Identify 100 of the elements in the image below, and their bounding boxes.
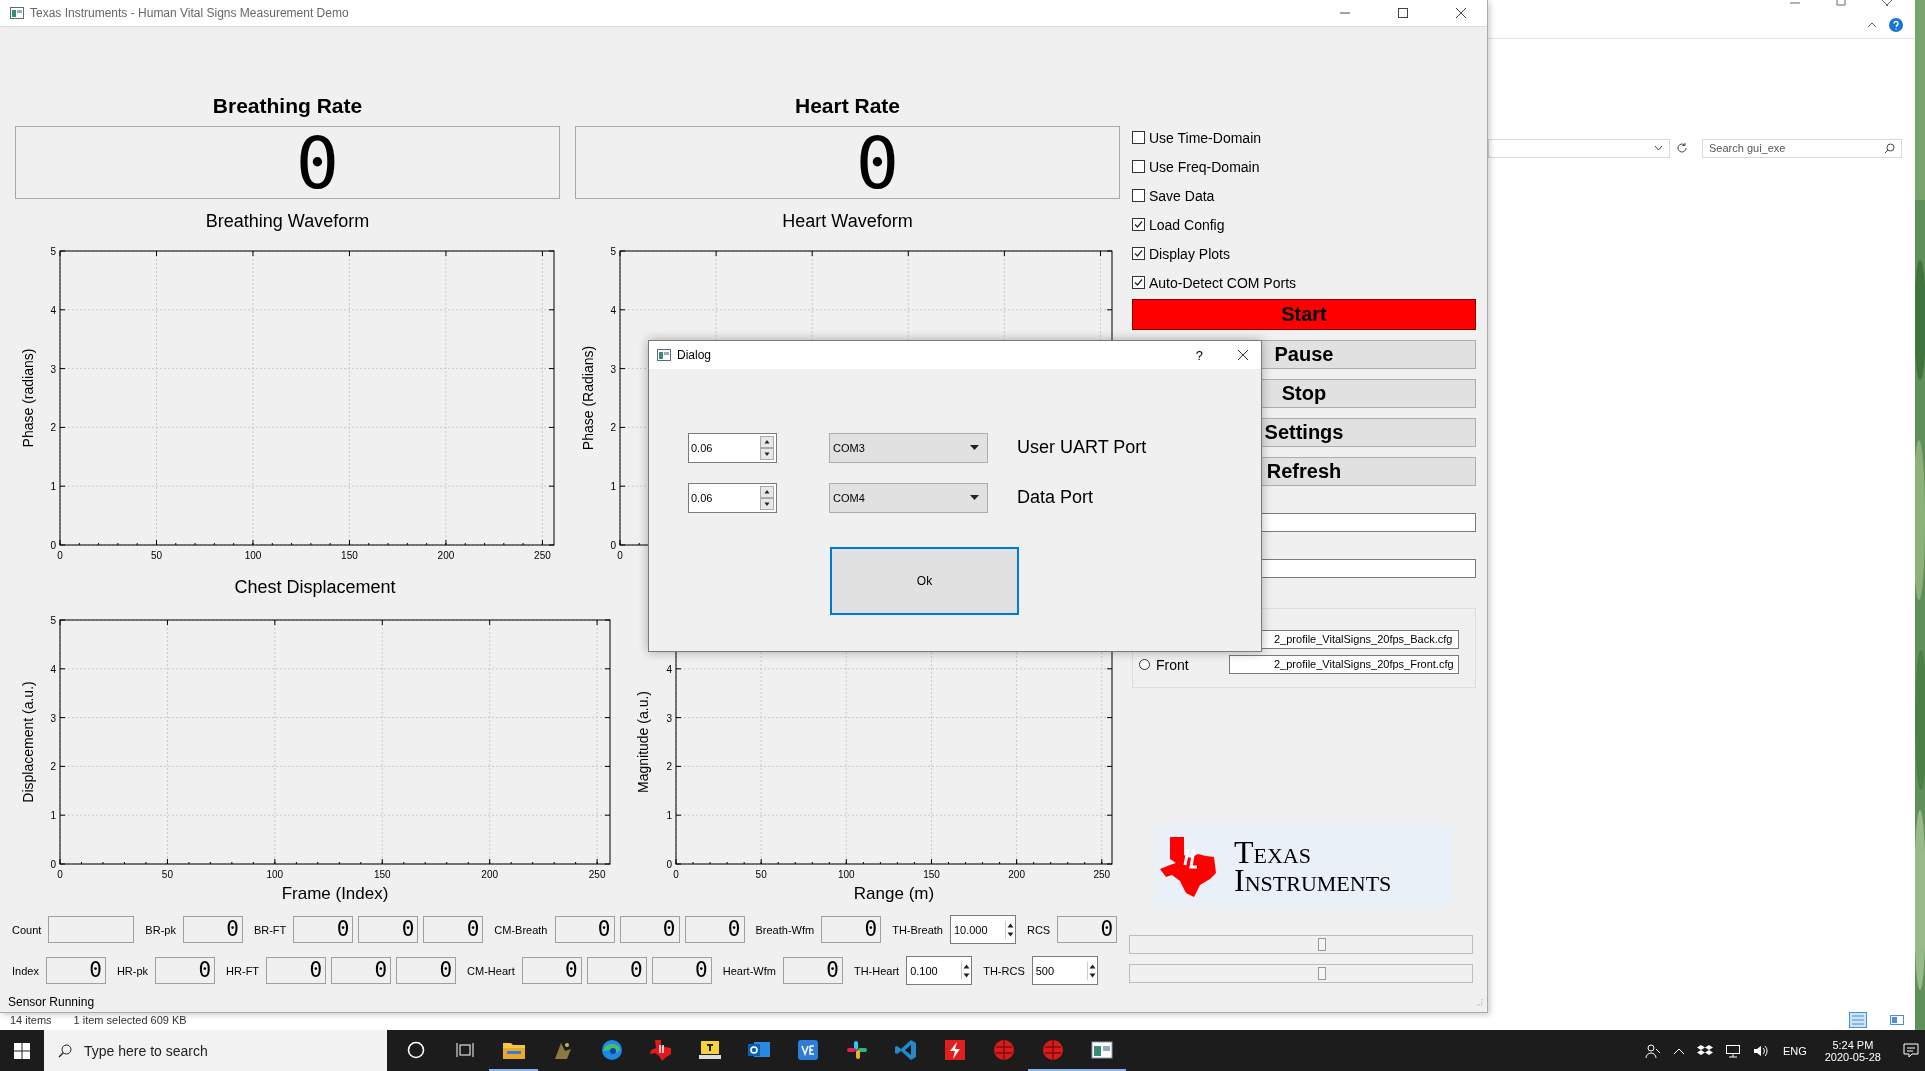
search-input[interactable]: Type here to search [82, 1041, 366, 1060]
number-display: 0 [782, 957, 843, 984]
checkbox[interactable]: Use Freq-Domain [1132, 152, 1476, 181]
windows-logo-icon[interactable] [14, 1042, 30, 1059]
pinwheel-icon[interactable] [844, 1038, 869, 1061]
readout-label: Heart-Wfm [721, 964, 777, 977]
axis-label: Phase (Radians) [580, 345, 596, 451]
notifications-icon[interactable] [1903, 1042, 1919, 1059]
tick-label: 200 [1008, 869, 1025, 880]
port-dropdown[interactable]: COM3 [829, 432, 988, 463]
tick-label: 250 [1093, 869, 1111, 880]
collapse-icon[interactable] [1867, 22, 1877, 28]
volume-icon[interactable] [1752, 1043, 1769, 1058]
ve-icon[interactable] [795, 1038, 820, 1061]
spin-box[interactable]: 0.100 [906, 956, 973, 985]
clock[interactable]: 5:24 PM 2020-05-28 [1824, 1038, 1881, 1063]
spin-box[interactable]: 500 [1031, 956, 1098, 985]
network-icon[interactable] [1724, 1043, 1741, 1058]
globe-icon[interactable] [991, 1038, 1016, 1061]
readout-label: CM-Heart [466, 964, 516, 977]
number-display: 0 [293, 916, 354, 943]
status-text: Sensor Running [8, 995, 95, 1009]
slider-handle[interactable] [1317, 967, 1326, 980]
tick-label: 4 [610, 304, 616, 316]
app-icon [657, 349, 671, 361]
number-display: 0 [554, 916, 615, 943]
number-display: 0 [266, 957, 327, 984]
help-button[interactable]: ? [1195, 347, 1203, 363]
window-icon[interactable] [1089, 1038, 1114, 1061]
tick-label: 0 [610, 540, 616, 551]
window-title: Texas Instruments - Human Vital Signs Measurement Demo [30, 6, 349, 20]
readout-label: TH-Breath [891, 923, 944, 936]
radio-button[interactable]: Front [1139, 656, 1189, 673]
task-view-icon[interactable] [455, 1041, 474, 1058]
taskbar-search-field[interactable]: Type here to search [44, 1030, 387, 1071]
axis-label: Range (m) [853, 884, 935, 903]
step-down-icon[interactable] [760, 497, 774, 510]
spin-box[interactable]: 0.06 [688, 482, 777, 513]
spin-box[interactable]: 0.06 [688, 432, 777, 463]
readout-label: TH-Heart [852, 964, 901, 977]
spin-box[interactable]: 10.000 [949, 915, 1016, 944]
people-icon[interactable] [1644, 1042, 1661, 1059]
language-indicator[interactable]: ENG [1782, 1044, 1807, 1057]
number-display: 0 [155, 957, 216, 984]
texas-shape-icon [1158, 834, 1218, 897]
address-field[interactable] [1488, 138, 1670, 158]
checkbox[interactable]: Auto-Detect COM Ports [1132, 268, 1476, 297]
app-icon [10, 7, 24, 19]
rate-display: 0 [575, 126, 1120, 199]
chevron-up-icon[interactable] [1672, 1046, 1685, 1055]
axis-label: Phase (radians) [20, 348, 36, 448]
rate-title: Heart Rate [793, 93, 901, 118]
checkbox[interactable]: Display Plots [1132, 239, 1476, 268]
dropbox-icon[interactable] [1696, 1043, 1713, 1058]
globe-icon[interactable] [1040, 1038, 1065, 1061]
ok-button[interactable]: Ok [830, 547, 1019, 615]
number-display: 0 [331, 957, 392, 984]
number-display: 0 [521, 957, 582, 984]
action-button[interactable]: Start [1132, 299, 1476, 330]
step-down-icon[interactable] [760, 447, 774, 460]
step-up-icon[interactable] [760, 485, 774, 498]
search-field[interactable]: Search gui_exe [1702, 138, 1902, 158]
checkbox[interactable]: Use Time-Domain [1132, 123, 1476, 152]
code-editor-icon[interactable] [893, 1038, 918, 1061]
number-display: 0 [182, 916, 243, 943]
tick-label: 0 [50, 540, 56, 551]
slider-handle[interactable] [1317, 938, 1326, 951]
maximize-icon[interactable] [1397, 7, 1409, 19]
step-up-icon[interactable] [760, 435, 774, 448]
laptop-icon[interactable] [697, 1038, 722, 1061]
checkbox[interactable]: Load Config [1132, 210, 1476, 239]
number-display: 0 [684, 916, 745, 943]
clock-time: 5:24 PM [1832, 1038, 1874, 1051]
map-shape-icon[interactable] [648, 1038, 673, 1061]
chart-title: Chest Displacement [234, 577, 396, 597]
tick-label: 0 [57, 550, 63, 561]
slider[interactable] [1129, 964, 1473, 983]
number-display: 0 [1057, 916, 1118, 943]
slider[interactable] [1129, 935, 1473, 954]
port-dropdown[interactable]: COM4 [829, 482, 988, 513]
tick-label: 1 [610, 481, 616, 493]
caret-icon [970, 494, 979, 501]
file-field[interactable]: 2_profile_VitalSigns_20fps_Front.cfg [1229, 655, 1459, 674]
circle-icon[interactable] [406, 1040, 425, 1059]
tick-label: 1 [666, 810, 672, 822]
tick-label: 3 [610, 363, 616, 375]
large-icons-view-icon[interactable] [1889, 1013, 1905, 1027]
number-display: 0 [821, 916, 882, 943]
tick-label: 100 [837, 869, 855, 880]
tick-label: 0 [617, 550, 623, 561]
readout-label: HR-FT [225, 964, 261, 977]
status-text: 1 item selected 609 KB [73, 1014, 187, 1026]
details-view-icon[interactable] [1849, 1012, 1867, 1028]
tick-label: 100 [266, 869, 284, 880]
refresh-icon[interactable] [1676, 142, 1688, 154]
checkbox[interactable]: Save Data [1132, 181, 1476, 210]
readout-label: Index [11, 964, 40, 977]
help-icon[interactable] [1889, 18, 1903, 32]
lightning-icon[interactable] [942, 1038, 967, 1061]
browser-icon[interactable] [599, 1038, 624, 1061]
